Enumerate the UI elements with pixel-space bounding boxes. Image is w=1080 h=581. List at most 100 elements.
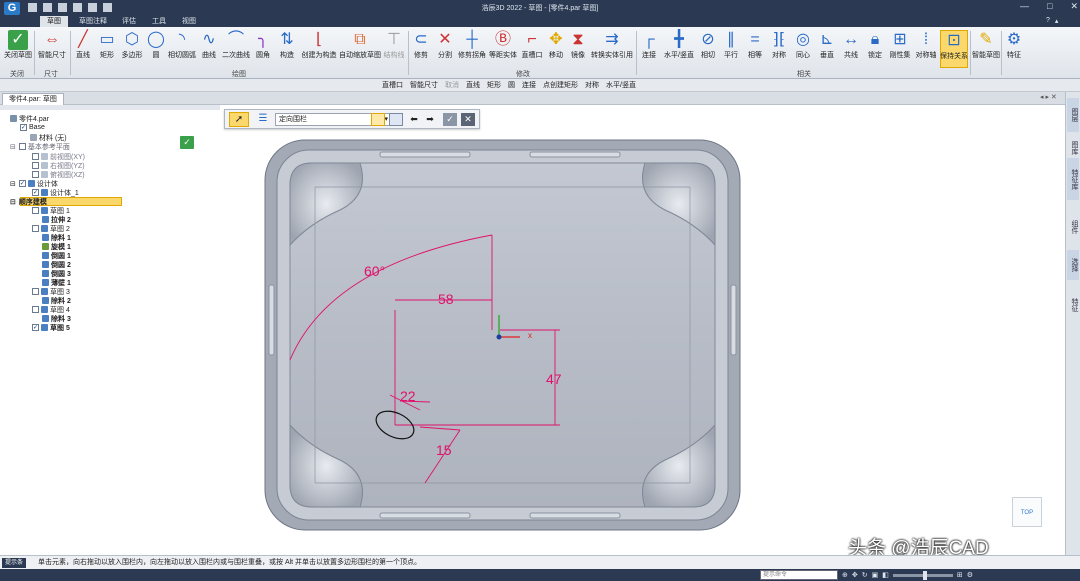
offset-button[interactable]: Ⓑ 等距实体 <box>488 30 518 68</box>
tree-resize-handle[interactable] <box>0 105 220 110</box>
tab-view[interactable]: 视图 <box>178 16 200 27</box>
angle-dimension-label[interactable]: 60° <box>364 263 385 279</box>
tab-tools[interactable]: 工具 <box>148 16 170 27</box>
smart-dimension-button[interactable]: ⇔ 智能尺寸 <box>36 30 68 68</box>
symmetry-axis-button[interactable]: ⁞ 对称轴 <box>914 30 938 68</box>
checkbox-icon[interactable] <box>32 207 39 214</box>
checkbox-icon[interactable]: ✓ <box>20 124 27 131</box>
fence-overlap-icon[interactable] <box>389 113 403 126</box>
strip-cancel[interactable]: 取消 <box>445 80 459 91</box>
polygon-button[interactable]: ⬡ 多边形 <box>120 30 144 68</box>
slot-button[interactable]: ⌐ 直槽口 <box>520 30 544 68</box>
auto-scale-sketch-button[interactable]: ⧉ 自动缩放草图 <box>339 30 381 68</box>
concentric-button[interactable]: ◎ 同心 <box>792 30 814 68</box>
close-sketch-button[interactable]: ✓ 关闭草图 <box>3 30 33 68</box>
help-icon[interactable]: ? <box>1046 17 1050 25</box>
checkbox-icon[interactable] <box>32 306 39 313</box>
checkbox-icon[interactable] <box>32 153 39 160</box>
strip-horizontal-vertical[interactable]: 水平/竖直 <box>606 80 636 91</box>
forward-arrow-icon[interactable]: ➡ <box>423 113 437 126</box>
panel-tab-select[interactable]: 选择 <box>1067 250 1079 280</box>
panel-tab-components[interactable]: 组件 <box>1067 210 1079 244</box>
connect-button[interactable]: ┌ 连接 <box>638 30 660 68</box>
tree-item-part[interactable]: 零件4.par <box>10 114 49 123</box>
lock-button[interactable]: 🔒︎ 锁定 <box>864 30 886 68</box>
window-options-icon[interactable]: ⊞ <box>957 571 963 579</box>
construction-button[interactable]: ⇅ 构造 <box>276 30 298 68</box>
parallel-button[interactable]: ∥ 平行 <box>720 30 742 68</box>
checkbox-icon[interactable] <box>32 162 39 169</box>
save-icon[interactable] <box>58 3 67 12</box>
accept-selection-icon[interactable]: ✓ <box>443 113 457 126</box>
curve-button[interactable]: ∿ 曲线 <box>198 30 220 68</box>
tangent-button[interactable]: ⊘ 相切 <box>698 30 718 68</box>
zoom-icon[interactable]: ⊕ <box>842 571 848 579</box>
command-input[interactable] <box>760 570 838 580</box>
document-tab[interactable]: 零件4.par: 草图 <box>2 93 64 105</box>
trim-corner-button[interactable]: ┼ 修剪拐角 <box>458 30 486 68</box>
checkbox-icon[interactable]: ✓ <box>32 324 39 331</box>
redo-icon[interactable] <box>103 3 112 12</box>
split-button[interactable]: ✕ 分割 <box>434 30 456 68</box>
symmetric-button[interactable]: ⁆⁅ 对称 <box>768 30 790 68</box>
strip-slot[interactable]: 直槽口 <box>382 80 403 91</box>
select-arrow-icon[interactable]: ➚ <box>229 112 249 127</box>
graphics-canvas[interactable]: 60° 58 47 22 15 x TOP 头条 @浩辰CAD <box>220 105 1065 559</box>
fence-inside-icon[interactable] <box>371 113 385 126</box>
dimension-22-label[interactable]: 22 <box>400 388 416 404</box>
strip-circle[interactable]: 圆 <box>508 80 515 91</box>
view-icon[interactable]: ◧ <box>882 571 889 579</box>
strip-symmetric[interactable]: 对称 <box>585 80 599 91</box>
open-icon[interactable] <box>43 3 52 12</box>
undo-icon[interactable] <box>88 3 97 12</box>
perpendicular-button[interactable]: ⊾ 垂直 <box>816 30 838 68</box>
circle-button[interactable]: ◯ 圆 <box>146 30 166 68</box>
tab-sketch[interactable]: 草图 <box>40 16 68 27</box>
collinear-button[interactable]: ↔ 共线 <box>840 30 862 68</box>
panel-tab-library[interactable]: 图库 <box>1067 136 1079 160</box>
cancel-selection-icon[interactable]: ✕ <box>461 113 475 126</box>
conic-button[interactable]: ⌒ 二次曲线 <box>222 30 250 68</box>
dimension-58-label[interactable]: 58 <box>438 291 454 307</box>
line-button[interactable]: ╱ 直线 <box>72 30 94 68</box>
tab-evaluate[interactable]: 评估 <box>118 16 140 27</box>
settings-icon[interactable]: ⚙ <box>967 571 973 579</box>
zoom-slider[interactable] <box>892 570 953 580</box>
horizontal-vertical-button[interactable]: ╋ 水平/竖直 <box>662 30 696 68</box>
close-icon[interactable]: ✕ <box>1070 1 1078 15</box>
smart-sketch-button[interactable]: ✎ 智能草图 <box>972 30 1000 68</box>
fillet-button[interactable]: ╮ 圆角 <box>252 30 274 68</box>
feature-button[interactable]: ⚙ 特征 <box>1003 30 1025 68</box>
select-list-icon[interactable]: ☰ <box>255 112 271 127</box>
rectangle-button[interactable]: ▭ 矩形 <box>96 30 118 68</box>
strip-line[interactable]: 直线 <box>466 80 480 91</box>
keep-relations-button[interactable]: ⊡ 保持关系 <box>940 30 968 68</box>
panel-tab-feature-library[interactable]: 特征库 <box>1067 158 1079 200</box>
checkbox-icon[interactable] <box>18 143 26 150</box>
tree-item-ordered[interactable]: ⊟ 顺序建模 <box>10 197 47 206</box>
checkbox-icon[interactable]: ✓ <box>32 189 39 196</box>
ribbon-minimize-icon[interactable]: ▴ <box>1055 17 1059 25</box>
checkbox-icon[interactable]: ✓ <box>18 180 26 187</box>
rigid-set-button[interactable]: ⊞ 刚性集 <box>888 30 912 68</box>
panel-tab-features[interactable]: 特征 <box>1067 288 1079 322</box>
strip-smart-dimension[interactable]: 智能尺寸 <box>410 80 438 91</box>
convert-entities-button[interactable]: ⇉ 转换实体引用 <box>590 30 634 68</box>
move-button[interactable]: ✥ 移动 <box>546 30 566 68</box>
equal-button[interactable]: = 相等 <box>744 30 766 68</box>
view-cube[interactable]: TOP <box>1012 497 1042 527</box>
accept-icon[interactable]: ✓ <box>180 136 194 149</box>
tree-item-base[interactable]: ✓ Base <box>20 123 45 132</box>
panel-tab-layers[interactable]: 图层 <box>1067 98 1079 132</box>
trim-button[interactable]: ⊂ 修剪 <box>410 30 432 68</box>
tangent-arc-button[interactable]: ◝ 相切圆弧 <box>168 30 196 68</box>
print-icon[interactable] <box>73 3 82 12</box>
strip-rectangle[interactable]: 矩形 <box>487 80 501 91</box>
rotate-icon[interactable]: ↻ <box>862 571 868 579</box>
tree-item-sketch-5[interactable]: ✓ 草图 5 <box>32 323 70 332</box>
strip-point-rectangle[interactable]: 点创建矩形 <box>543 80 578 91</box>
structure-line-button[interactable]: ⊤ 结构线 <box>382 30 406 68</box>
make-construction-button[interactable]: ⌊ 创建为构造 <box>300 30 338 68</box>
mirror-button[interactable]: ⧗ 镜像 <box>568 30 588 68</box>
pan-icon[interactable]: ✥ <box>852 571 858 579</box>
